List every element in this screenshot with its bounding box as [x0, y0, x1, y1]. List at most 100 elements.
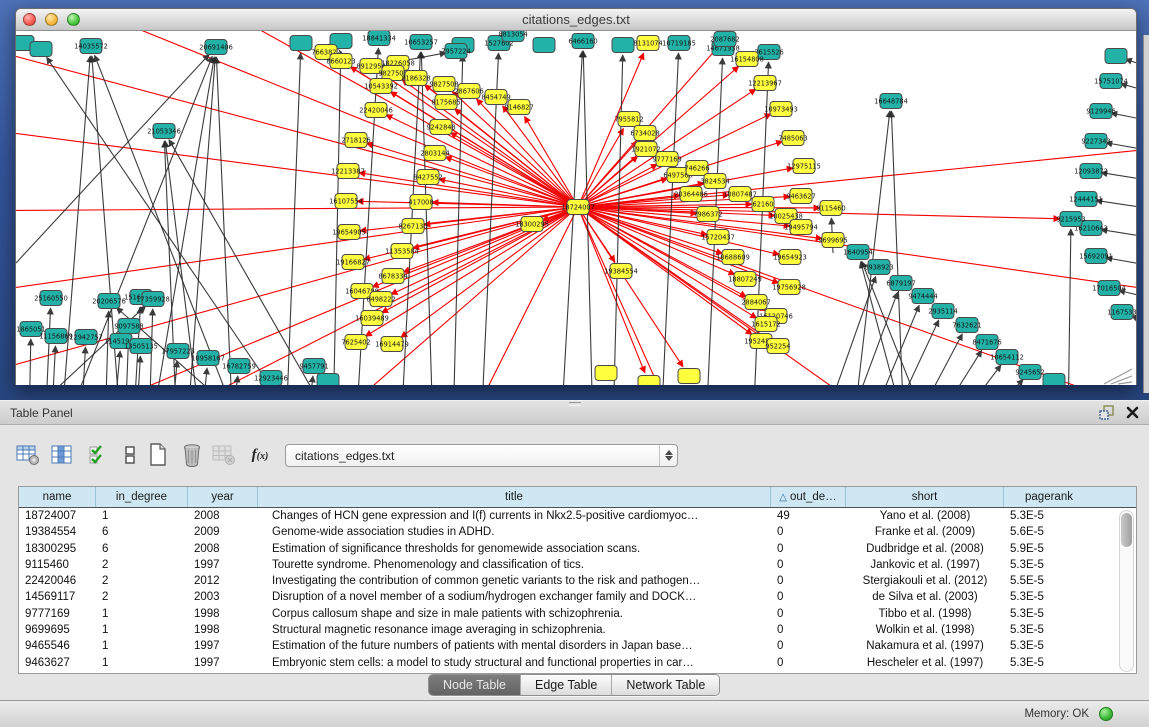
graph-node[interactable]: [1105, 49, 1127, 64]
network-graph[interactable]: 1872400714035572206914061884133410653257…: [16, 31, 1136, 385]
graph-node-9115460[interactable]: 9115460: [816, 201, 845, 216]
graph-node-2718126[interactable]: 2718126: [341, 133, 370, 148]
graph-node-12093872[interactable]: 12093872: [1074, 164, 1108, 179]
graph-node-9146827[interactable]: 9146827: [504, 100, 533, 115]
graph-node-16914479[interactable]: 16914479: [375, 337, 409, 352]
table-row[interactable]: 977716911998Corpus callosum shape and si…: [19, 606, 1136, 622]
graph-node[interactable]: [290, 36, 312, 51]
graph-node-8813054[interactable]: 8813054: [498, 31, 527, 42]
graph-node-2935114[interactable]: 2935114: [928, 304, 957, 319]
graph-node-10688609[interactable]: 10688609: [716, 250, 750, 265]
graph-node-12213387[interactable]: 12213387: [331, 164, 365, 179]
close-icon[interactable]: [1126, 406, 1139, 419]
new-table-button[interactable]: [144, 441, 172, 469]
graph-node-1640954[interactable]: 1640954: [843, 245, 872, 260]
graph-node-8186328[interactable]: 8186328: [401, 71, 430, 86]
graph-node-7957224[interactable]: 7957224: [441, 44, 470, 59]
column-header-in_degree[interactable]: in_degree: [96, 487, 188, 507]
graph-node-20691406[interactable]: 20691406: [199, 40, 233, 55]
table-settings-button[interactable]: [14, 441, 42, 469]
graph-node-2867606[interactable]: 2867606: [454, 84, 483, 99]
graph-node-25160550[interactable]: 25160550: [34, 291, 68, 306]
graph-node-8175685[interactable]: 8175685: [431, 95, 460, 110]
table-row[interactable]: 911546021997Tourette syndrome. Phenomeno…: [19, 557, 1136, 573]
graph-node-9129946[interactable]: 9129946: [1086, 104, 1115, 119]
graph-node-7986372[interactable]: 7986372: [693, 207, 722, 222]
delete-table-button[interactable]: [210, 441, 238, 469]
graph-node-9474444[interactable]: 9474444: [908, 289, 937, 304]
graph-node[interactable]: [30, 42, 52, 57]
memory-status-indicator[interactable]: [1099, 707, 1113, 721]
resize-grip-icon[interactable]: [1118, 382, 1132, 384]
graph-node-8454749[interactable]: 8454749: [481, 90, 510, 105]
graph-node-12942757[interactable]: 12942757: [69, 330, 103, 345]
scrollbar-thumb[interactable]: [1121, 513, 1132, 547]
graph-node-2087682[interactable]: 2087682: [710, 32, 739, 47]
column-header-year[interactable]: year: [188, 487, 258, 507]
graph-node-2803144[interactable]: 2803144: [420, 146, 449, 161]
splitter-grip[interactable]: [569, 402, 581, 406]
graph-node-417008[interactable]: 417008: [408, 195, 433, 210]
graph-node-6734028[interactable]: 6734028: [630, 126, 659, 141]
graph-node[interactable]: [678, 369, 700, 384]
graph-node-21053346[interactable]: 21053346: [147, 124, 181, 139]
select-rows-button[interactable]: [84, 441, 112, 469]
graph-node[interactable]: [612, 38, 634, 53]
graph-node-8131074[interactable]: 8131074: [633, 36, 662, 51]
graph-node-1167533[interactable]: 1167533: [1107, 305, 1136, 320]
graph-node-9463627[interactable]: 9463627: [786, 189, 815, 204]
table-row[interactable]: 1872400712008Changes of HCN gene express…: [19, 508, 1136, 524]
graph-node[interactable]: [1043, 374, 1065, 386]
rows-button[interactable]: [116, 441, 144, 469]
tab-edge-table[interactable]: Edge Table: [521, 675, 612, 695]
graph-node-16039489[interactable]: 16039489: [355, 311, 389, 326]
graph-node-12975115[interactable]: 12975115: [787, 159, 821, 174]
table-row[interactable]: 946362711997Embryonic stem cells: a mode…: [19, 655, 1136, 671]
graph-node-7485063[interactable]: 7485063: [778, 131, 807, 146]
graph-node-9215953[interactable]: 9215953: [1056, 212, 1085, 227]
graph-node-20206576[interactable]: 20206576: [92, 294, 126, 309]
graph-node-8471676[interactable]: 8471676: [972, 335, 1001, 350]
graph-node-18841334[interactable]: 18841334: [362, 31, 396, 46]
graph-node-16648784[interactable]: 16648784: [874, 94, 908, 109]
graph-node[interactable]: [638, 376, 660, 386]
table-row[interactable]: 1456911722003Disruption of a novel membe…: [19, 589, 1136, 605]
column-header-out_de[interactable]: △out_de…: [771, 487, 846, 507]
function-button[interactable]: f(x): [246, 441, 274, 469]
graph-node-10958167[interactable]: 10958167: [191, 351, 225, 366]
graph-node-7625402[interactable]: 7625402: [341, 335, 370, 350]
float-window-icon[interactable]: [1099, 405, 1114, 420]
graph-node-1615172[interactable]: 1615172: [751, 317, 780, 332]
tab-network-table[interactable]: Network Table: [612, 675, 719, 695]
network-window-titlebar[interactable]: citations_edges.txt: [16, 9, 1136, 31]
graph-node-12213967[interactable]: 12213967: [748, 76, 782, 91]
table-row[interactable]: 1938455462009Genome-wide association stu…: [19, 524, 1136, 540]
graph-node-8660123[interactable]: 8660123: [326, 54, 355, 69]
graph-node-16782759[interactable]: 16782759: [222, 359, 256, 374]
graph-node-9699695[interactable]: 9699695: [818, 233, 847, 248]
graph-node-10653257[interactable]: 10653257: [404, 35, 438, 50]
graph-node-11353584[interactable]: 11353584: [385, 244, 419, 259]
graph-node-9242848[interactable]: 9242848: [426, 120, 455, 135]
delete-button[interactable]: [178, 441, 206, 469]
graph-node-10654112[interactable]: 10654112: [990, 350, 1024, 365]
table-row[interactable]: 969969511998Structural magnetic resonanc…: [19, 622, 1136, 638]
graph-node[interactable]: [317, 374, 339, 386]
graph-node-8938923[interactable]: 8938923: [864, 260, 893, 275]
network-canvas[interactable]: 1872400714035572206914061884133410653257…: [16, 31, 1136, 385]
graph-node-17957223[interactable]: 17957223: [161, 344, 195, 359]
tab-node-table[interactable]: Node Table: [429, 675, 521, 695]
graph-node[interactable]: [533, 38, 555, 53]
graph-node-15751074[interactable]: 15751074: [1094, 74, 1128, 89]
graph-node-6879197[interactable]: 6879197: [886, 276, 915, 291]
graph-node-7632621[interactable]: 7632621: [952, 318, 981, 333]
graph-node-10719185[interactable]: 10719185: [662, 36, 696, 51]
graph-node-16107554[interactable]: 16107554: [329, 194, 363, 209]
graph-node-8267130[interactable]: 8267130: [398, 219, 427, 234]
graph-node-9227343[interactable]: 9227343: [1081, 134, 1110, 149]
table-selector-combobox[interactable]: citations_edges.txt: [285, 444, 678, 467]
graph-node-19654923[interactable]: 19654923: [773, 250, 807, 265]
graph-node-12444151[interactable]: 12444151: [1069, 192, 1103, 207]
graph-node-8427552[interactable]: 8427552: [413, 170, 442, 185]
graph-node-62160[interactable]: 62160: [752, 197, 774, 212]
